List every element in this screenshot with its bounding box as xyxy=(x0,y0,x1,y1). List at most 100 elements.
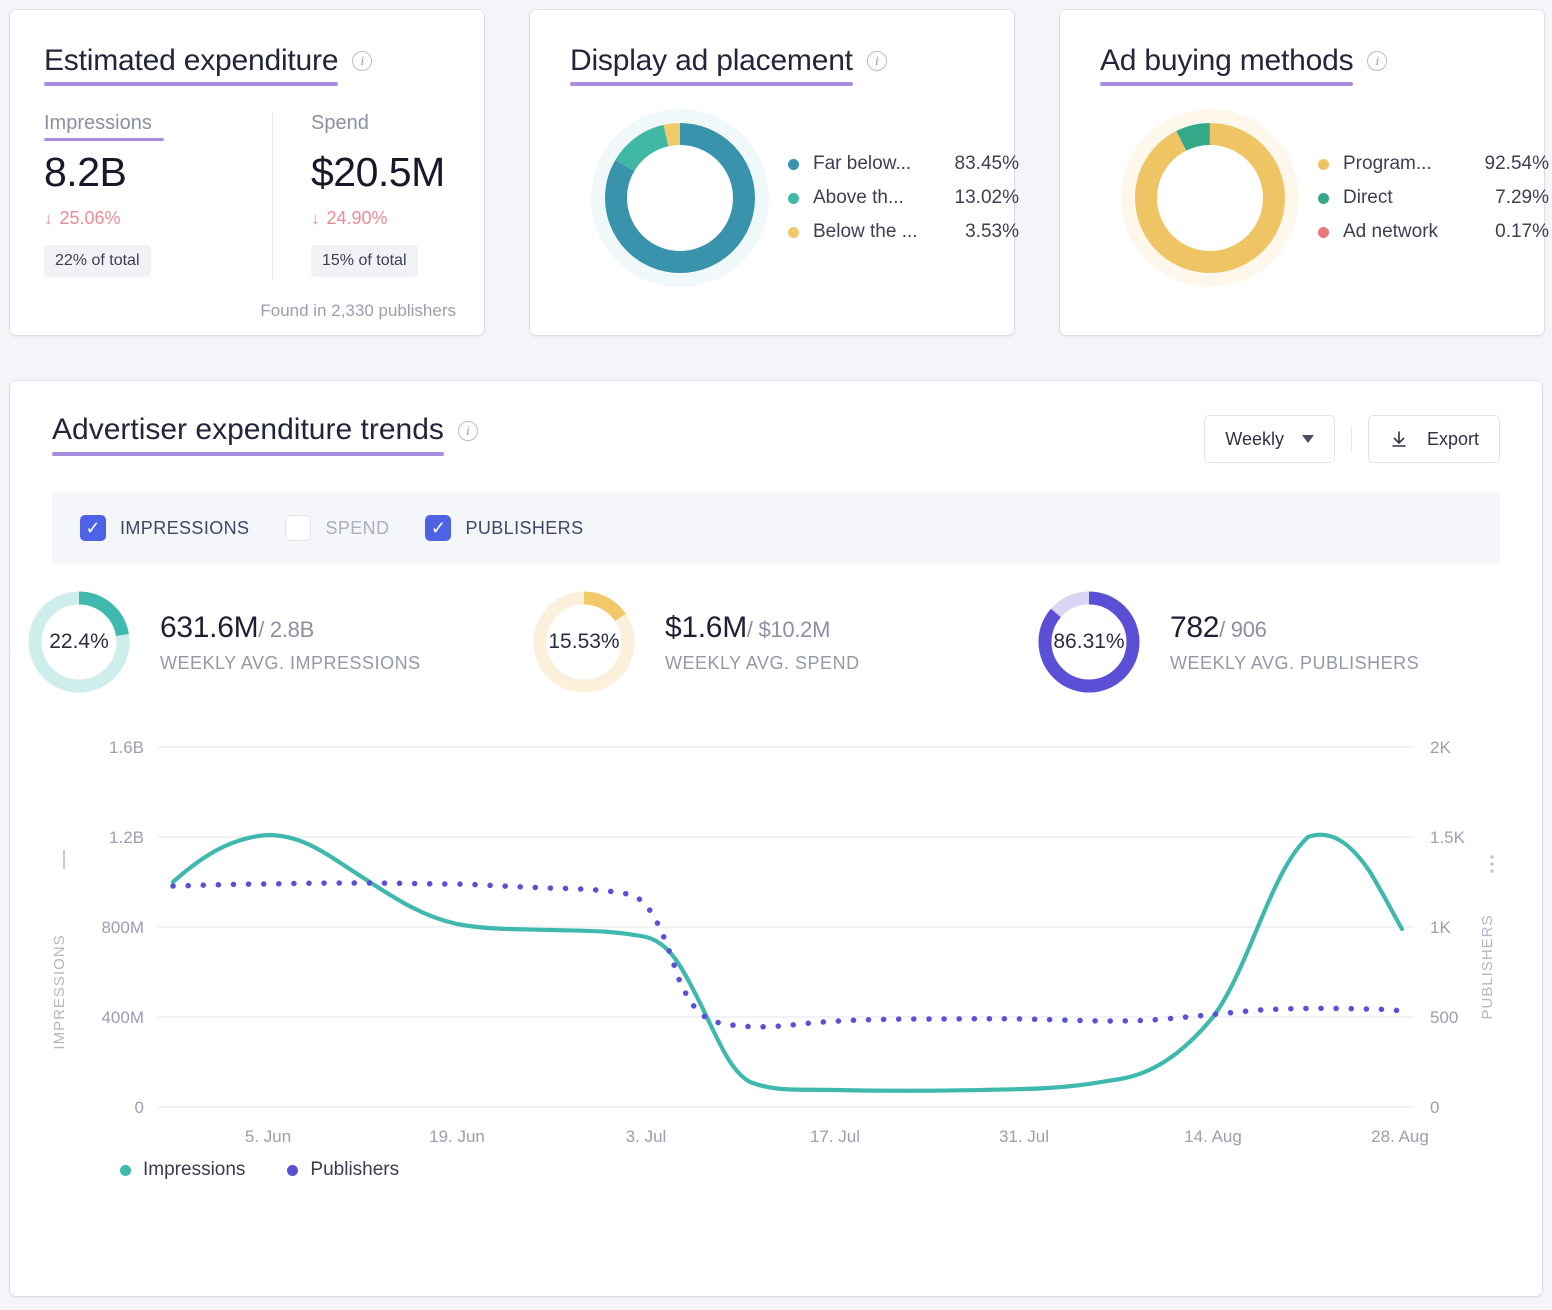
spend-denominator: / $10.2M xyxy=(747,617,830,642)
impressions-progress-label: 22.4% xyxy=(24,587,134,697)
impressions-delta-value: 25.06% xyxy=(60,208,121,229)
checkbox-impressions[interactable]: ✓ IMPRESSIONS xyxy=(80,515,249,541)
checkbox-box[interactable]: ✓ xyxy=(80,515,106,541)
spend-delta: ↓ 24.90% xyxy=(311,208,445,229)
info-icon[interactable]: i xyxy=(867,51,887,71)
weekly-avg-publishers: 86.31% 782/ 906 WEEKLY AVG. PUBLISHERS xyxy=(1034,587,1419,697)
expenditure-metrics: Impressions 8.2B ↓ 25.06% 22% of total S… xyxy=(44,112,452,280)
y-right-axis-label: PUBLISHERS xyxy=(1479,914,1496,1019)
publishers-summary-text: 782/ 906 WEEKLY AVG. PUBLISHERS xyxy=(1170,611,1419,674)
display-ad-placement-card: Display ad placement i xyxy=(530,10,1014,335)
impressions-denominator: / 2.8B xyxy=(258,617,314,642)
x-tick: 5. Jun xyxy=(245,1127,291,1146)
legend-value: 92.54% xyxy=(1467,153,1549,175)
spend-summary-value: $1.6M/ $10.2M xyxy=(665,611,860,645)
buying-legend: Program... 92.54% Direct 7.29% Ad networ… xyxy=(1318,147,1549,249)
placement-legend: Far below... 83.45% Above th... 13.02% B… xyxy=(788,147,1019,249)
impressions-label: Impressions xyxy=(44,112,152,141)
y-right-tick: 500 xyxy=(1430,1008,1458,1027)
checkbox-publishers[interactable]: ✓ PUBLISHERS xyxy=(425,515,583,541)
publishers-progress-donut: 86.31% xyxy=(1034,587,1144,697)
x-tick: 14. Aug xyxy=(1184,1127,1242,1146)
found-publishers-note: Found in 2,330 publishers xyxy=(260,301,456,321)
publishers-summary-caption: WEEKLY AVG. PUBLISHERS xyxy=(1170,653,1419,674)
dashboard-page: Estimated expenditure i Impressions 8.2B… xyxy=(0,0,1552,1310)
weekly-averages-row: 22.4% 631.6M/ 2.8B WEEKLY AVG. IMPRESSIO… xyxy=(10,563,1542,697)
legend-color-dot xyxy=(788,159,799,170)
divider xyxy=(1351,426,1352,452)
legend-color-dot xyxy=(1318,159,1329,170)
placement-donut-body: Far below... 83.45% Above th... 13.02% B… xyxy=(570,86,982,288)
legend-color-dot xyxy=(287,1165,298,1176)
publishers-progress-label: 86.31% xyxy=(1034,587,1144,697)
buying-donut-body: Program... 92.54% Direct 7.29% Ad networ… xyxy=(1100,86,1512,288)
export-label: Export xyxy=(1427,429,1479,450)
legend-label: Below the ... xyxy=(813,221,937,243)
impressions-summary-value: 631.6M/ 2.8B xyxy=(160,611,421,645)
legend-value: 83.45% xyxy=(937,153,1019,175)
impressions-progress-donut: 22.4% xyxy=(24,587,134,697)
y-left-tick: 1.2B xyxy=(109,828,144,847)
legend-color-dot xyxy=(1318,227,1329,238)
spend-summary-text: $1.6M/ $10.2M WEEKLY AVG. SPEND xyxy=(665,611,860,674)
download-icon xyxy=(1389,429,1409,449)
x-tick: 28. Aug xyxy=(1371,1127,1429,1146)
spend-label: Spend xyxy=(311,112,369,141)
y-left-tick: 400M xyxy=(101,1008,144,1027)
impressions-delta: ↓ 25.06% xyxy=(44,208,272,229)
chart-legend-label: Publishers xyxy=(310,1159,399,1181)
export-button[interactable]: Export xyxy=(1368,415,1500,463)
check-icon: ✓ xyxy=(85,519,100,537)
legend-color-dot xyxy=(788,193,799,204)
estimated-expenditure-card: Estimated expenditure i Impressions 8.2B… xyxy=(10,10,484,335)
legend-label: Far below... xyxy=(813,153,937,175)
ad-buying-methods-header: Ad buying methods i xyxy=(1100,44,1512,86)
x-tick: 31. Jul xyxy=(999,1127,1049,1146)
display-ad-placement-header: Display ad placement i xyxy=(570,44,982,86)
legend-label: Above th... xyxy=(813,187,937,209)
checkbox-label: PUBLISHERS xyxy=(465,518,583,539)
spend-metric: Spend $20.5M ↓ 24.90% 15% of total xyxy=(272,112,445,280)
check-icon: ✓ xyxy=(431,519,446,537)
checkbox-box[interactable]: ✓ xyxy=(425,515,451,541)
arrow-down-icon: ↓ xyxy=(311,209,320,229)
series-toggle-bar: ✓ IMPRESSIONS SPEND ✓ PUBLISHERS xyxy=(52,493,1500,563)
period-select[interactable]: Weekly xyxy=(1204,415,1335,463)
period-select-value: Weekly xyxy=(1225,429,1284,450)
y-right-tick: 1K xyxy=(1430,918,1451,937)
publishers-summary-value: 782/ 906 xyxy=(1170,611,1419,645)
legend-value: 7.29% xyxy=(1467,187,1549,209)
y-left-tick: 0 xyxy=(135,1098,144,1117)
spend-progress-donut: 15.53% xyxy=(529,587,639,697)
checkbox-label: SPEND xyxy=(325,518,389,539)
publishers-denominator: / 906 xyxy=(1219,617,1266,642)
spend-value: $20.5M xyxy=(311,149,445,196)
legend-value: 3.53% xyxy=(937,221,1019,243)
chart-legend-impressions[interactable]: Impressions xyxy=(120,1159,245,1181)
legend-item: Below the ... 3.53% xyxy=(788,215,1019,249)
arrow-down-icon: ↓ xyxy=(44,209,53,229)
advertiser-expenditure-trends-panel: Advertiser expenditure trends i Weekly E… xyxy=(10,381,1542,1296)
placement-donut-chart xyxy=(590,108,770,288)
legend-value: 0.17% xyxy=(1467,221,1549,243)
info-icon[interactable]: i xyxy=(458,421,478,441)
y-left-axis-label: IMPRESSIONS xyxy=(51,934,68,1049)
legend-color-dot xyxy=(788,227,799,238)
legend-item: Direct 7.29% xyxy=(1318,181,1549,215)
info-icon[interactable]: i xyxy=(352,51,372,71)
legend-item: Far below... 83.45% xyxy=(788,147,1019,181)
publishers-line xyxy=(173,883,1402,1027)
chart-legend-publishers[interactable]: Publishers xyxy=(287,1159,399,1181)
spend-numerator: $1.6M xyxy=(665,611,747,644)
trends-line-chart: 1.6B 1.2B 800M 400M 0 2K 1.5K 1K 500 0 I… xyxy=(10,717,1542,1227)
card-title: Ad buying methods xyxy=(1100,44,1353,86)
checkbox-box[interactable] xyxy=(285,515,311,541)
y-right-tick: 1.5K xyxy=(1430,828,1466,847)
trends-actions: Weekly Export xyxy=(1204,415,1500,463)
checkbox-spend[interactable]: SPEND xyxy=(285,515,389,541)
impressions-value: 8.2B xyxy=(44,149,272,196)
publishers-axis-dots xyxy=(1490,855,1494,873)
info-icon[interactable]: i xyxy=(1367,51,1387,71)
estimated-expenditure-header: Estimated expenditure i xyxy=(44,44,452,86)
spend-delta-value: 24.90% xyxy=(327,208,388,229)
